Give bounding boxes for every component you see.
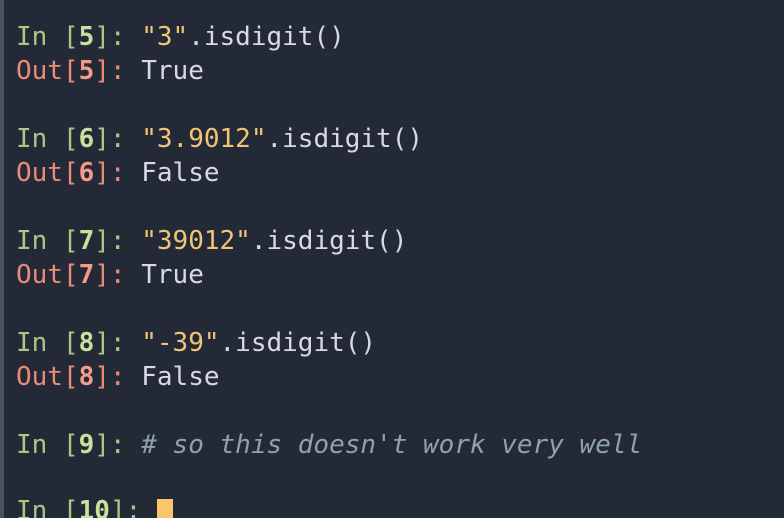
input-prompt-label: In [ xyxy=(16,496,79,518)
string-literal: "3" xyxy=(141,22,189,52)
code-comment: # so this doesn't work very well xyxy=(141,430,643,460)
output-line-8: Out[8]: False xyxy=(16,360,220,394)
input-prompt-number: 6 xyxy=(78,124,95,154)
output-prompt-suffix: ]: xyxy=(94,56,142,86)
output-prompt-number: 8 xyxy=(78,362,95,392)
input-prompt-number: 10 xyxy=(78,496,110,518)
output-prompt-number: 6 xyxy=(78,158,95,188)
window-edge xyxy=(0,0,4,518)
output-value: True xyxy=(141,56,204,86)
input-prompt-number: 5 xyxy=(78,22,95,52)
input-prompt-suffix: ]: xyxy=(109,496,157,518)
input-prompt-suffix: ]: xyxy=(94,124,142,154)
code-text: .isdigit() xyxy=(219,328,377,358)
ipython-terminal[interactable]: In [5]: "3".isdigit() Out[5]: True In [6… xyxy=(0,0,784,518)
output-prompt-label: Out[ xyxy=(16,158,79,188)
input-prompt-label: In [ xyxy=(16,328,79,358)
string-literal: "3.9012" xyxy=(141,124,267,154)
output-prompt-label: Out[ xyxy=(16,260,79,290)
string-literal: "39012" xyxy=(141,226,251,256)
output-prompt-suffix: ]: xyxy=(94,260,142,290)
code-text: .isdigit() xyxy=(266,124,424,154)
output-value: False xyxy=(141,362,220,392)
output-value: False xyxy=(141,158,220,188)
input-prompt-number: 9 xyxy=(78,430,95,460)
input-prompt-label: In [ xyxy=(16,226,79,256)
output-line-6: Out[6]: False xyxy=(16,156,220,190)
input-prompt-number: 7 xyxy=(78,226,95,256)
input-prompt-suffix: ]: xyxy=(94,22,142,52)
input-line-6: In [6]: "3.9012".isdigit() xyxy=(16,122,423,156)
input-prompt-number: 8 xyxy=(78,328,95,358)
output-prompt-number: 7 xyxy=(78,260,95,290)
output-prompt-label: Out[ xyxy=(16,56,79,86)
output-prompt-suffix: ]: xyxy=(94,158,142,188)
input-prompt-suffix: ]: xyxy=(94,328,142,358)
input-line-5: In [5]: "3".isdigit() xyxy=(16,20,345,54)
input-line-8: In [8]: "-39".isdigit() xyxy=(16,326,376,360)
input-line-10[interactable]: In [10]: xyxy=(16,494,173,518)
input-prompt-suffix: ]: xyxy=(94,430,142,460)
string-literal: "-39" xyxy=(141,328,220,358)
input-line-7: In [7]: "39012".isdigit() xyxy=(16,224,407,258)
code-text: .isdigit() xyxy=(188,22,345,52)
text-cursor[interactable] xyxy=(156,499,173,518)
input-prompt-label: In [ xyxy=(16,22,79,52)
code-text: .isdigit() xyxy=(250,226,408,256)
output-value: True xyxy=(141,260,204,290)
output-prompt-number: 5 xyxy=(78,56,95,86)
output-line-7: Out[7]: True xyxy=(16,258,204,292)
output-line-5: Out[5]: True xyxy=(16,54,204,88)
input-prompt-label: In [ xyxy=(16,430,79,460)
input-prompt-suffix: ]: xyxy=(94,226,142,256)
output-prompt-label: Out[ xyxy=(16,362,79,392)
output-prompt-suffix: ]: xyxy=(94,362,142,392)
input-prompt-label: In [ xyxy=(16,124,79,154)
input-line-9: In [9]: # so this doesn't work very well xyxy=(16,428,642,462)
